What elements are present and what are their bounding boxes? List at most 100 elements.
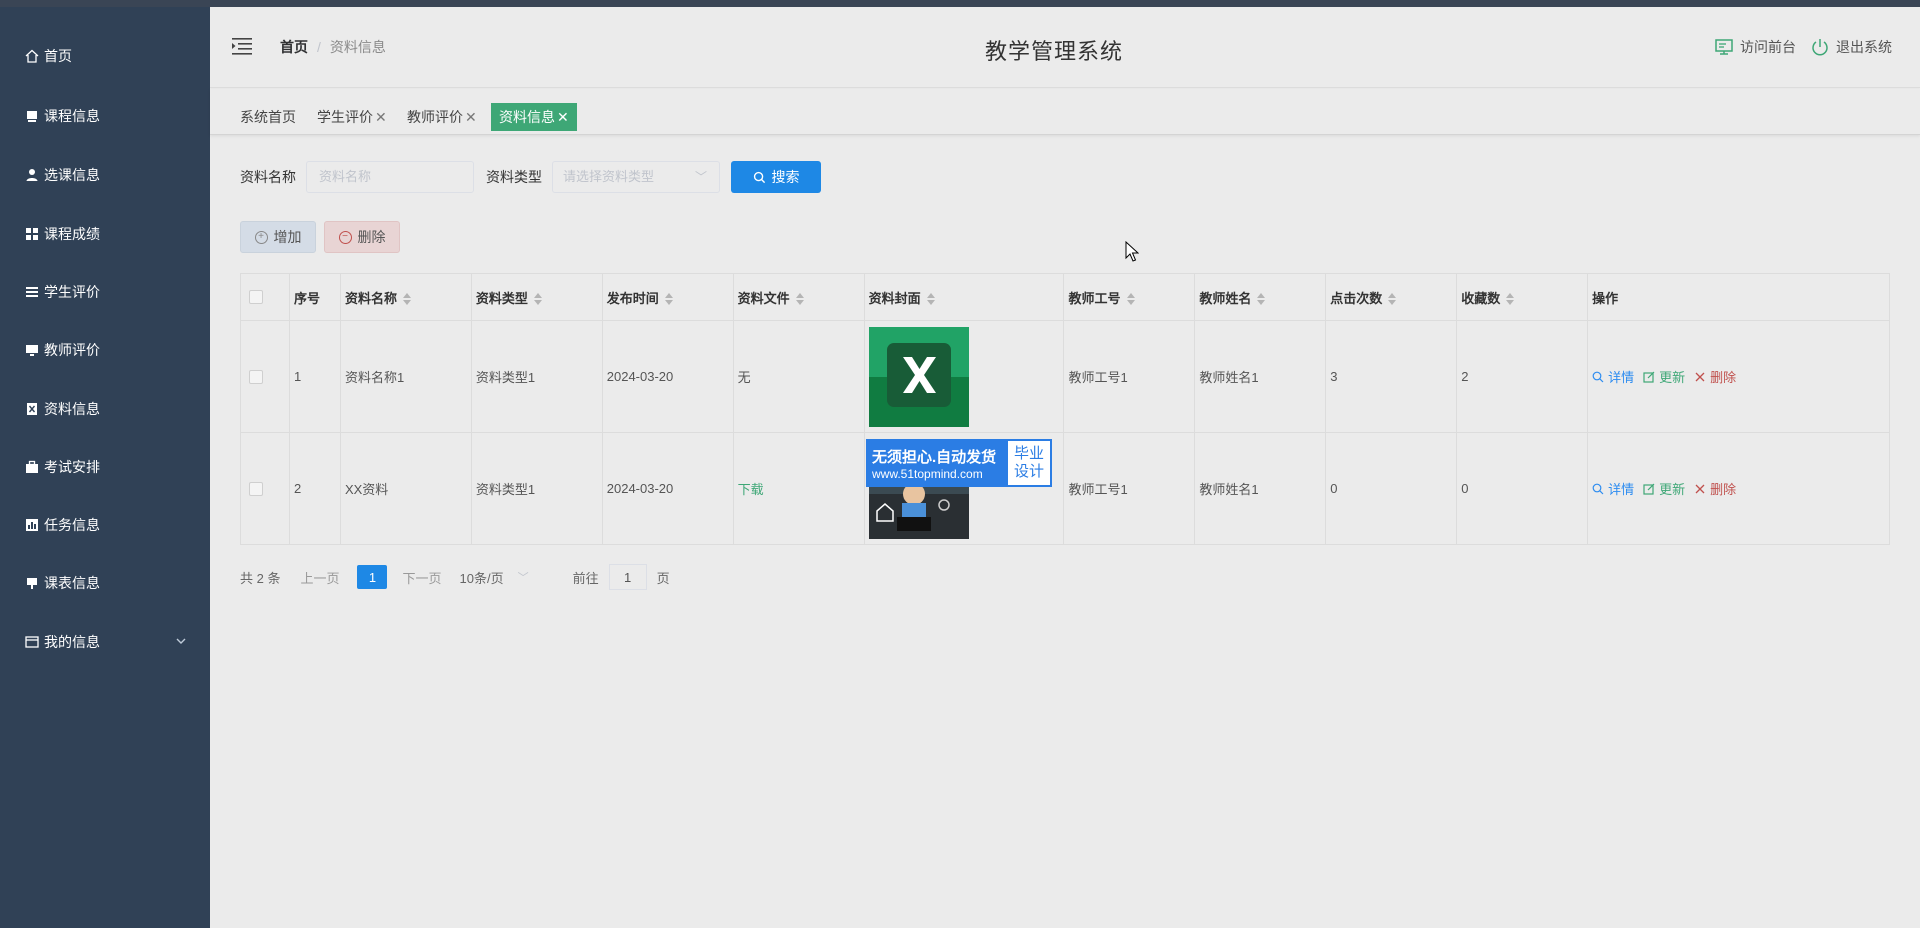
tab-system-home[interactable]: 系统首页 — [234, 103, 302, 131]
sidebar-item-materials[interactable]: 资料信息 — [0, 387, 210, 431]
delete-button[interactable]: 删除 — [1694, 479, 1736, 498]
sidebar-item-home[interactable]: 首页 — [0, 34, 210, 78]
cell-name: 资料名称1 — [340, 320, 472, 433]
delete-button[interactable]: 删除 — [1694, 367, 1736, 386]
sidebar-item-course-info[interactable]: 课程信息 — [0, 94, 210, 138]
watermark-left: 无须担心.自动发货 www.51topmind.com — [866, 439, 1006, 487]
main-content: 首页 / 资料信息 教学管理系统 访问前台 退出系统 系统首页 学生评价 ✕ 教师… — [210, 7, 1920, 928]
type-label: 资料类型 — [486, 169, 542, 185]
prev-page-button[interactable]: 上一页 — [300, 568, 339, 587]
column-header[interactable]: 教师姓名 — [1194, 273, 1327, 321]
update-button[interactable]: 更新 — [1643, 479, 1685, 498]
sort-icon[interactable] — [533, 293, 542, 306]
column-header[interactable]: 教师工号 — [1063, 273, 1196, 321]
tab-materials[interactable]: 资料信息 ✕ — [491, 103, 577, 131]
list-icon — [24, 284, 40, 300]
action-buttons: + 增加 − 删除 — [240, 221, 400, 253]
page-size-value: 10条/页 — [459, 570, 504, 586]
sort-icon[interactable] — [795, 293, 804, 306]
sidebar-item-label: 考试安排 — [44, 459, 100, 475]
pagination: 共 2 条 上一页 1 下一页 10条/页 ﹀ 前往 页 — [240, 564, 670, 590]
page-size-select[interactable]: 10条/页 ﹀ — [460, 568, 529, 587]
column-header[interactable]: 点击次数 — [1325, 273, 1458, 321]
power-icon — [1812, 39, 1828, 56]
column-header[interactable]: 资料名称 — [340, 273, 472, 321]
row-checkbox[interactable] — [249, 369, 263, 384]
sort-icon[interactable] — [926, 293, 935, 306]
breadcrumb-separator: / — [317, 39, 321, 55]
sidebar-item-student-review[interactable]: 学生评价 — [0, 270, 210, 314]
sidebar-item-teacher-review[interactable]: 教师评价 — [0, 328, 210, 372]
menu-toggle-icon[interactable] — [232, 37, 252, 55]
sidebar-item-enrollment[interactable]: 选课信息 — [0, 153, 210, 197]
sidebar-item-timetable[interactable]: 课表信息 — [0, 561, 210, 605]
plus-circle-icon: + — [254, 230, 268, 244]
watermark-line2: www.51topmind.com — [872, 466, 983, 481]
page-button-current[interactable]: 1 — [357, 565, 388, 589]
table-header-row: 序号 资料名称 资料类型 发布时间 资料文件 资料封面 教师工号 教师姓名 点击… — [240, 273, 1890, 321]
watermark-line1: 无须担心.自动发货 — [872, 448, 997, 466]
briefcase-icon — [24, 459, 40, 475]
sidebar-item-exam-schedule[interactable]: 考试安排 — [0, 445, 210, 489]
cell-teacher-id: 教师工号1 — [1063, 432, 1196, 545]
detail-button[interactable]: 详情 — [1592, 367, 1634, 386]
select-all-cell — [240, 273, 290, 321]
sort-icon[interactable] — [1506, 293, 1515, 306]
edit-icon — [1643, 371, 1655, 383]
update-button[interactable]: 更新 — [1643, 367, 1685, 386]
sort-icon[interactable] — [1257, 293, 1266, 306]
cell-teacher-id: 教师工号1 — [1063, 320, 1196, 433]
sidebar-item-label: 教师评价 — [44, 342, 100, 358]
add-button[interactable]: + 增加 — [240, 221, 316, 253]
row-checkbox[interactable] — [249, 481, 263, 496]
tab-student-review[interactable]: 学生评价 ✕ — [311, 103, 393, 131]
column-header[interactable]: 资料类型 — [471, 273, 603, 321]
chevron-down-icon — [176, 638, 186, 644]
sort-icon[interactable] — [664, 293, 673, 306]
schedule-icon — [24, 575, 40, 591]
next-page-button[interactable]: 下一页 — [402, 568, 441, 587]
monitor-icon — [24, 342, 40, 358]
sort-icon[interactable] — [1126, 293, 1135, 306]
tab-label: 教师评价 — [407, 109, 463, 125]
cell-name: XX资料 — [340, 432, 472, 545]
sort-icon[interactable] — [402, 293, 411, 306]
close-icon[interactable]: ✕ — [557, 109, 569, 125]
cell-type: 资料类型1 — [471, 320, 603, 433]
select-all-checkbox[interactable] — [249, 290, 263, 304]
sidebar-item-tasks[interactable]: 任务信息 — [0, 503, 210, 547]
close-icon — [1695, 484, 1705, 493]
search-button[interactable]: 搜索 — [731, 161, 821, 193]
user-icon — [24, 167, 40, 183]
download-link[interactable]: 下载 — [738, 482, 764, 497]
column-header[interactable]: 资料封面 — [864, 273, 1065, 321]
logout-link[interactable]: 退出系统 — [1810, 37, 1892, 57]
breadcrumb-home[interactable]: 首页 — [280, 37, 308, 57]
close-icon[interactable]: ✕ — [375, 109, 387, 125]
edit-icon — [1643, 483, 1655, 495]
table-row: 2 XX资料 资料类型1 2024-03-20 下载 教师工号1 教师姓名1 0… — [240, 432, 1890, 545]
visit-frontend-link[interactable]: 访问前台 — [1714, 37, 1796, 57]
column-header[interactable]: 收藏数 — [1456, 273, 1589, 321]
cell-favorites: 0 — [1456, 432, 1589, 545]
column-header[interactable]: 资料文件 — [733, 273, 865, 321]
sort-icon[interactable] — [1388, 293, 1397, 306]
chevron-down-icon: ﹀ — [517, 572, 529, 584]
column-header: 操作 — [1587, 273, 1890, 321]
material-name-input[interactable]: 资料名称 — [306, 161, 474, 193]
materials-table: 序号 资料名称 资料类型 发布时间 资料文件 资料封面 教师工号 教师姓名 点击… — [240, 273, 1890, 545]
close-icon[interactable]: ✕ — [465, 109, 477, 125]
cell-cover — [864, 320, 1065, 433]
column-header[interactable]: 发布时间 — [602, 273, 734, 321]
search-bar: 资料名称 资料名称 资料类型 请选择资料类型 ﹀ 搜索 — [240, 160, 821, 194]
tab-label: 系统首页 — [240, 109, 296, 125]
sidebar-item-label: 选课信息 — [44, 167, 100, 183]
tab-teacher-review[interactable]: 教师评价 ✕ — [401, 103, 483, 131]
batch-delete-button[interactable]: − 删除 — [324, 221, 400, 253]
goto-page-input[interactable] — [608, 564, 647, 590]
chevron-down-icon: ﹀ — [694, 170, 707, 184]
sidebar-item-grades[interactable]: 课程成绩 — [0, 212, 210, 256]
material-type-select[interactable]: 请选择资料类型 ﹀ — [552, 161, 720, 193]
detail-button[interactable]: 详情 — [1592, 479, 1634, 498]
sidebar-item-my-info[interactable]: 我的信息 — [0, 620, 210, 664]
